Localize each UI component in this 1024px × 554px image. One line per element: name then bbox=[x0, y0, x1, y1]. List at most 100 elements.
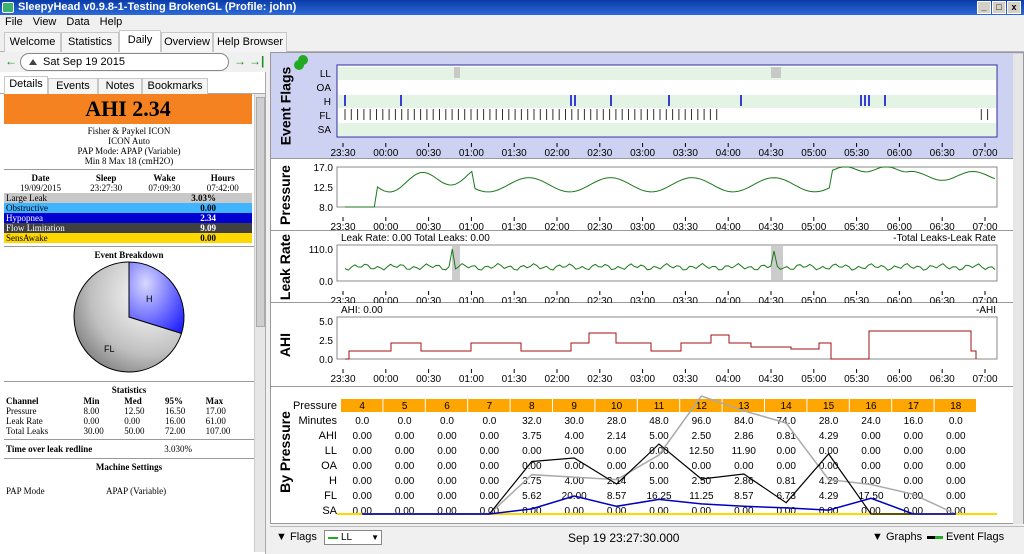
x-tick-label: 00:30 bbox=[416, 374, 441, 385]
flag-select[interactable]: LL ▼ bbox=[324, 530, 382, 545]
x-tick-label: 04:00 bbox=[716, 222, 741, 231]
last-day-icon[interactable]: →| bbox=[249, 54, 264, 68]
pressure-panel: Pressure 17.0 12.5 8.0 23:30 00:00 00:30 01:00… bbox=[271, 159, 1023, 231]
event-index-row: Obstructive 0.00 bbox=[4, 203, 252, 213]
graphs-label[interactable]: Graphs bbox=[886, 531, 922, 543]
next-day-icon[interactable]: → bbox=[234, 54, 246, 68]
event-flags-label[interactable]: Event Flags bbox=[946, 531, 1004, 543]
divider bbox=[4, 381, 254, 382]
by-pressure-cell: 2.50 bbox=[692, 431, 712, 442]
by-pressure-cell: 16.0 bbox=[904, 416, 924, 427]
pressure-bucket-label: 6 bbox=[444, 401, 450, 412]
stats-cell: 12.50 bbox=[124, 406, 145, 416]
graph-area: Event Flags LL OA H FL SA 23:30 00:00 00:30 01:0… bbox=[270, 52, 1024, 524]
flags-dropdown-icon[interactable]: ▼ bbox=[276, 531, 287, 543]
menu-view[interactable]: View bbox=[28, 15, 62, 30]
pressure-bucket-label: 14 bbox=[781, 401, 793, 412]
y-tick-label: 8.0 bbox=[319, 203, 333, 214]
pressure-bucket-label: 15 bbox=[823, 401, 835, 412]
scroll-thumb[interactable] bbox=[256, 97, 265, 327]
tab-help-browser[interactable]: Help Browser bbox=[213, 32, 287, 52]
x-tick-label: 05:00 bbox=[801, 296, 826, 303]
by-pressure-cell: 0.00 bbox=[352, 431, 372, 442]
graphs-dropdown-icon[interactable]: ▼ bbox=[872, 531, 883, 543]
date-selector[interactable]: Sat Sep 19 2015 bbox=[20, 53, 229, 71]
minimize-button[interactable]: _ bbox=[977, 1, 991, 14]
stats-header-row: Channel Min Med 95% Max bbox=[4, 396, 252, 406]
x-tick-label: 05:00 bbox=[801, 148, 826, 159]
x-tick-label: 05:00 bbox=[801, 222, 826, 231]
event-index-row: Flow Limitation 9.09 bbox=[4, 223, 252, 233]
tab-events[interactable]: Events bbox=[48, 78, 98, 94]
menu-help[interactable]: Help bbox=[95, 15, 128, 30]
leak-redline-row: Time over leak redline 3.030% bbox=[4, 443, 254, 455]
event-name: Hypopnea bbox=[6, 213, 43, 223]
by-pressure-cell: 24.0 bbox=[861, 416, 881, 427]
prev-day-icon[interactable]: ← bbox=[5, 54, 17, 68]
by-pressure-cell: 2.86 bbox=[734, 476, 754, 487]
ahi-chart: AHI: 0.00 -AHI 5.0 2.5 0.0 23:30 00:00 00:30 01:… bbox=[319, 305, 998, 385]
app-icon bbox=[2, 2, 14, 13]
menu-data[interactable]: Data bbox=[61, 15, 94, 30]
menu-file[interactable]: File bbox=[0, 15, 28, 30]
x-tick-label: 02:00 bbox=[544, 296, 569, 303]
calendar-toggle-icon[interactable] bbox=[29, 59, 37, 65]
by-pressure-cell: 0.00 bbox=[861, 431, 881, 442]
flag-row-band bbox=[338, 123, 996, 136]
x-tick-label: 03:00 bbox=[630, 148, 655, 159]
x-tick-label: 03:30 bbox=[673, 296, 698, 303]
by-pressure-cell: 84.0 bbox=[734, 416, 754, 427]
x-tick-label: 01:00 bbox=[459, 374, 484, 385]
flags-label[interactable]: Flags bbox=[290, 531, 317, 543]
app-window: SleepyHead v0.9.8-1-Testing BrokenGL (Pr… bbox=[0, 0, 1024, 554]
tab-daily[interactable]: Daily bbox=[119, 30, 161, 52]
x-tick-label: 05:30 bbox=[844, 148, 869, 159]
close-button[interactable]: x bbox=[1007, 1, 1021, 14]
ahi-summary: AHI 2.34 bbox=[4, 94, 252, 124]
event-name: Obstructive bbox=[6, 203, 48, 213]
leak-header: Leak Rate: 0.00 Total Leaks: 0.00 bbox=[341, 233, 490, 244]
machine-info: Fisher & Paykel ICON ICON Auto PAP Mode:… bbox=[4, 126, 254, 166]
tab-bookmarks[interactable]: Bookmarks bbox=[142, 78, 208, 94]
by-pressure-cell: 0.00 bbox=[734, 461, 754, 472]
by-pressure-cell: 0.00 bbox=[437, 491, 457, 502]
tab-details[interactable]: Details bbox=[4, 76, 48, 95]
y-tick-label: 110.0 bbox=[309, 245, 334, 256]
by-pressure-row-label: H bbox=[329, 475, 337, 487]
tab-statistics[interactable]: Statistics bbox=[61, 32, 119, 52]
details-scrollbar[interactable] bbox=[254, 94, 265, 552]
event-name: SensAwake bbox=[6, 233, 48, 243]
leak-chart: Leak Rate: 0.00 Total Leaks: 0.00 -Total … bbox=[309, 233, 998, 303]
by-pressure-cell: 0.00 bbox=[776, 461, 796, 472]
tab-overview[interactable]: Overview bbox=[161, 32, 213, 52]
by-pressure-cell: 48.0 bbox=[649, 416, 669, 427]
x-tick-label: 04:00 bbox=[716, 148, 741, 159]
by-pressure-cell: 0.00 bbox=[819, 446, 839, 457]
stats-header: Med bbox=[124, 396, 142, 406]
x-tick-label: 02:30 bbox=[587, 374, 612, 385]
pressure-bucket-label: 17 bbox=[908, 401, 920, 412]
by-pressure-cell: 6.73 bbox=[776, 491, 796, 502]
x-tick-label: 07:00 bbox=[972, 222, 997, 231]
pap-mode-row: PAP Mode APAP (Variable) bbox=[4, 486, 254, 496]
divider bbox=[4, 458, 254, 459]
x-tick-label: 02:00 bbox=[544, 222, 569, 231]
graph-scrollbar[interactable] bbox=[1013, 54, 1023, 524]
by-pressure-cell: 0.00 bbox=[861, 506, 881, 517]
stats-cell: 61.00 bbox=[205, 416, 226, 426]
flag-row-band bbox=[338, 109, 996, 122]
pap-mode-label: PAP Mode bbox=[6, 486, 45, 496]
tab-notes[interactable]: Notes bbox=[98, 78, 142, 94]
tab-welcome[interactable]: Welcome bbox=[4, 32, 61, 52]
pie-label-fl: FL bbox=[104, 344, 115, 354]
by-pressure-cell: 0.00 bbox=[607, 446, 627, 457]
stats-header: Channel bbox=[6, 396, 39, 406]
maximize-button[interactable]: □ bbox=[992, 1, 1006, 14]
x-tick-label: 04:30 bbox=[758, 296, 783, 303]
session-wake: 07:09:30 bbox=[148, 183, 181, 193]
flag-color-icon bbox=[328, 537, 338, 539]
by-pressure-panel: By Pressure Pressure 4 5 6 7 8 9 10 11 12 13 14 15 16… bbox=[271, 387, 1023, 524]
event-flags-panel: Event Flags LL OA H FL SA 23:30 00:00 00:30 01:0… bbox=[271, 53, 1023, 159]
x-tick-label: 07:00 bbox=[972, 148, 997, 159]
event-value: 3.03% bbox=[191, 193, 216, 203]
